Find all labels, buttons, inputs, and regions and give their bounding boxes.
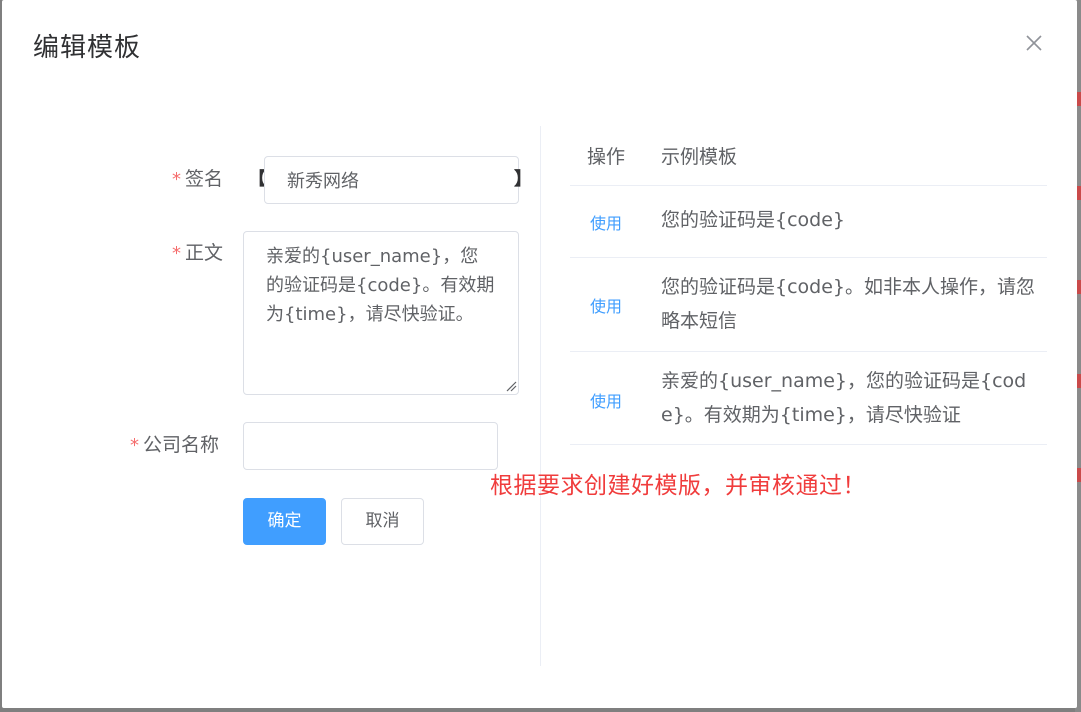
column-header-operation: 操作	[587, 146, 626, 168]
backdrop-marker	[1077, 374, 1081, 388]
required-mark: *	[172, 243, 181, 264]
table-row: 使用 亲爱的{user_name}，您的验证码是{code}。有效期为{time…	[570, 352, 1047, 445]
company-label: * 公司名称	[130, 432, 219, 459]
dialog-title: 编辑模板	[33, 33, 142, 63]
signature-label: * 签名	[172, 166, 223, 193]
close-icon	[1026, 35, 1042, 51]
signature-input[interactable]	[264, 156, 519, 204]
use-template-link[interactable]: 使用	[590, 210, 622, 234]
signature-label-text: 签名	[185, 168, 224, 190]
company-input[interactable]	[243, 422, 498, 470]
backdrop-marker	[1077, 186, 1081, 200]
required-mark: *	[172, 169, 181, 190]
body-label-text: 正文	[185, 242, 224, 264]
template-table-header: 操作 示例模板	[570, 126, 1047, 186]
table-row: 使用 您的验证码是{code}	[570, 186, 1047, 258]
required-mark: *	[130, 435, 139, 456]
signature-bracket-close: 】	[514, 169, 532, 190]
edit-template-dialog: 编辑模板 *签名 【 】 *正文 亲爱的{user_name}，您的验证码是{c…	[2, 0, 1077, 708]
column-header-sample: 示例模板	[661, 146, 738, 168]
column-divider	[540, 126, 541, 666]
backdrop-marker	[1077, 468, 1081, 482]
backdrop-marker	[1077, 92, 1081, 106]
body-label: * 正文	[172, 240, 223, 267]
use-template-link[interactable]: 使用	[590, 293, 622, 317]
body-textarea[interactable]: 亲爱的{user_name}，您的验证码是{code}。有效期为{time}，请…	[243, 231, 519, 395]
cancel-button[interactable]: 取消	[341, 498, 424, 545]
template-text: 您的验证码是{code}。如非本人操作，请忽略本短信	[661, 276, 1035, 332]
close-button[interactable]	[1023, 32, 1045, 54]
backdrop-marker	[1077, 280, 1081, 294]
template-text: 亲爱的{user_name}，您的验证码是{code}。有效期为{time}，请…	[661, 370, 1027, 426]
confirm-button[interactable]: 确定	[243, 498, 326, 545]
resize-handle-icon[interactable]	[505, 380, 517, 392]
template-text: 您的验证码是{code}	[661, 209, 845, 231]
approval-notice: 根据要求创建好模版，并审核通过！	[490, 473, 866, 499]
use-template-link[interactable]: 使用	[590, 388, 622, 412]
company-label-text: 公司名称	[143, 434, 220, 456]
template-table: 操作 示例模板 使用 您的验证码是{code} 使用 您的验证码是{code}。…	[570, 126, 1047, 445]
table-row: 使用 您的验证码是{code}。如非本人操作，请忽略本短信	[570, 258, 1047, 352]
